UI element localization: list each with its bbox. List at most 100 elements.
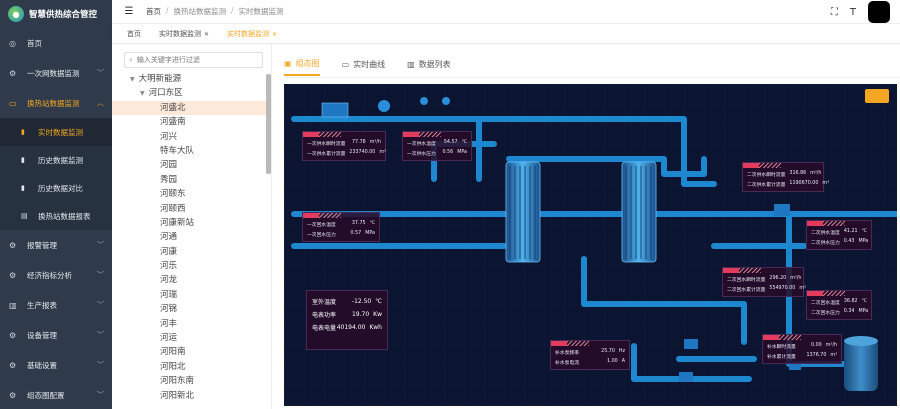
main-content: ▣ 组态图 ▭ 实时曲线 ▥ 数据列表 一次供水瞬时流量 77.78 m³/h … bbox=[272, 44, 900, 409]
panel-value: 36.82 bbox=[843, 299, 858, 304]
panel-label: 一次回水温度 bbox=[307, 223, 336, 228]
sidebar-item[interactable]: ⚙ 报警管理 ﹀ bbox=[0, 230, 112, 260]
tab-diagram[interactable]: ▣ 组态图 bbox=[284, 58, 320, 76]
tree-node-station[interactable]: 河盛南 bbox=[112, 115, 271, 129]
env-value: -12.50 bbox=[351, 298, 372, 305]
tree-node-station[interactable]: 河康 bbox=[112, 245, 271, 259]
sidebar-item[interactable]: ⚙ 一次网数据监测 ﹀ bbox=[0, 58, 112, 88]
tag-realtime-1[interactable]: 实时数据监测 ✕ bbox=[152, 26, 216, 42]
panel-unit: m³/h bbox=[810, 171, 822, 176]
settings-button[interactable] bbox=[865, 89, 889, 103]
tree-node-station[interactable]: 特车大队 bbox=[112, 144, 271, 158]
panel-label: 一次供水温度 bbox=[407, 142, 436, 147]
sidebar-subitem-label: 历史数据监测 bbox=[38, 155, 83, 165]
caret-down-icon: ▼ bbox=[130, 76, 135, 83]
tree-node-station[interactable]: 河瑞 bbox=[112, 288, 271, 302]
gear-icon: ⚙ bbox=[9, 360, 17, 370]
breadcrumb-item-home[interactable]: 首页 bbox=[146, 6, 161, 17]
panel-unit: m³/h bbox=[825, 343, 837, 348]
tree-node-station[interactable]: 河运 bbox=[112, 331, 271, 345]
data-panel: 补水泵频率 25.70 Hz 补水泵电流 1.00 A bbox=[550, 340, 630, 370]
sidebar-subitem[interactable]: ▮ 实时数据监测 bbox=[0, 118, 112, 146]
leaf-drop-logo-icon: ● bbox=[8, 6, 24, 22]
sidebar-item-label: 首页 bbox=[27, 38, 42, 48]
tab-label: 组态图 bbox=[295, 59, 320, 68]
panel-value: 1376.70 bbox=[806, 353, 827, 358]
tree-node-station[interactable]: 河兴 bbox=[112, 130, 271, 144]
tree-node-station[interactable]: 河园 bbox=[112, 158, 271, 172]
sidebar-subitem[interactable]: ▤ 换热站数据报表 bbox=[0, 202, 112, 230]
tree-node-station[interactable]: 河颐西 bbox=[112, 202, 271, 216]
breadcrumb-item-section[interactable]: 换热站数据监测 bbox=[174, 6, 227, 17]
tree-root[interactable]: ▼ 大明新能源 bbox=[112, 72, 271, 86]
panel-label: 二次供水压力 bbox=[811, 241, 840, 246]
tag-home[interactable]: 首页 bbox=[120, 26, 148, 42]
tree-filter-input[interactable] bbox=[136, 56, 247, 64]
font-size-icon[interactable]: T bbox=[850, 7, 856, 18]
sidebar-item[interactable]: ▥ 生产报表 ﹀ bbox=[0, 290, 112, 320]
tree-node-station[interactable]: 秀园 bbox=[112, 173, 271, 187]
caret-down-icon: ▼ bbox=[140, 90, 145, 98]
tree-search: ⌕ bbox=[124, 52, 263, 68]
tree-node-station[interactable]: 河龙 bbox=[112, 273, 271, 287]
sidebar-item[interactable]: ▭ 换热站数据监测 ︿ bbox=[0, 88, 112, 118]
sidebar-item-label: 基础设置 bbox=[27, 360, 57, 370]
tree-node-station[interactable]: 河乐 bbox=[112, 259, 271, 273]
tree-node-station[interactable]: 河丰 bbox=[112, 317, 271, 331]
sidebar-item[interactable]: ◎ 首页 bbox=[0, 28, 112, 58]
env-unit: Kwh bbox=[369, 324, 382, 331]
panel-row: 一次供水温度 54.57 ℃ bbox=[403, 137, 471, 147]
sidebar-subitem[interactable]: ▮ 历史数据监测 bbox=[0, 146, 112, 174]
panel-label: 二次供水温度 bbox=[811, 231, 840, 236]
sidebar-item[interactable]: ⚙ 经济指标分析 ﹀ bbox=[0, 260, 112, 290]
tag-label: 首页 bbox=[127, 29, 141, 38]
bar-chart-icon: ▥ bbox=[407, 60, 415, 69]
tag-label: 实时数据监测 bbox=[227, 29, 270, 38]
sidebar-subitem[interactable]: ▮ 历史数据对比 bbox=[0, 174, 112, 202]
panel-unit: ℃ bbox=[461, 140, 467, 145]
tree-node-station[interactable]: 河康新站 bbox=[112, 216, 271, 230]
hamburger-icon[interactable]: ☰ bbox=[118, 6, 140, 17]
panel-label: 补水瞬时流量 bbox=[767, 345, 796, 350]
panel-value: 554970.00 bbox=[769, 286, 796, 291]
env-value: 19.70 bbox=[351, 311, 370, 318]
tree-node-label: 河口东区 bbox=[148, 88, 183, 99]
panel-row: 二次回水温度 36.82 ℃ bbox=[807, 296, 871, 306]
panel-row: 二次回水累计流量 554970.00 m³ bbox=[723, 283, 806, 293]
breadcrumb-separator: / bbox=[166, 6, 169, 15]
heat-exchanger-1 bbox=[505, 161, 541, 263]
tree-node-station[interactable]: 河阳北 bbox=[112, 360, 271, 374]
tab-data-list[interactable]: ▥ 数据列表 bbox=[407, 58, 451, 76]
bar-chart-icon: ▮ bbox=[21, 156, 25, 164]
tree-scrollbar[interactable] bbox=[266, 74, 271, 174]
panel-unit: ℃ bbox=[861, 229, 867, 234]
panel-value: 0.43 bbox=[843, 239, 855, 244]
filter-box-icon bbox=[321, 102, 349, 118]
tree-group[interactable]: ▼ 河口东区 bbox=[112, 86, 271, 100]
panel-label: 补水累计流量 bbox=[767, 355, 796, 360]
tree-node-station[interactable]: 河锦 bbox=[112, 302, 271, 316]
sidebar-item[interactable]: ⚙ 组态图配置 ﹀ bbox=[0, 380, 112, 409]
bar-chart-icon: ▮ bbox=[21, 184, 25, 192]
tag-realtime-2[interactable]: 实时数据监测 ✕ bbox=[220, 26, 284, 42]
panel-value: 77.78 bbox=[352, 140, 366, 145]
tree-node-station[interactable]: 河通 bbox=[112, 230, 271, 244]
pump-icon bbox=[679, 372, 693, 382]
tree-node-station[interactable]: 河阳新北 bbox=[112, 389, 271, 403]
tree-node-station[interactable]: 河颐东 bbox=[112, 187, 271, 201]
fullscreen-icon[interactable]: ⛶ bbox=[831, 7, 838, 18]
close-icon[interactable]: ✕ bbox=[272, 31, 277, 38]
panel-unit: MPa bbox=[858, 239, 869, 244]
panel-label: 二次供水瞬时流量 bbox=[747, 173, 786, 178]
tree-node-station[interactable]: 河盛北 bbox=[112, 100, 271, 116]
tree-node-station[interactable]: 河阳南 bbox=[112, 345, 271, 359]
sidebar-item[interactable]: ⚙ 设备管理 ﹀ bbox=[0, 320, 112, 350]
breadcrumb-item-current: 实时数据监测 bbox=[238, 7, 284, 16]
avatar[interactable] bbox=[868, 1, 890, 23]
sidebar-item[interactable]: ⚙ 基础设置 ﹀ bbox=[0, 350, 112, 380]
tab-realtime-curve[interactable]: ▭ 实时曲线 bbox=[342, 58, 386, 76]
water-tank-icon bbox=[844, 336, 878, 391]
breadcrumb-separator: / bbox=[231, 6, 234, 15]
close-icon[interactable]: ✕ bbox=[204, 31, 209, 38]
tree-node-station[interactable]: 河阳东南 bbox=[112, 374, 271, 388]
